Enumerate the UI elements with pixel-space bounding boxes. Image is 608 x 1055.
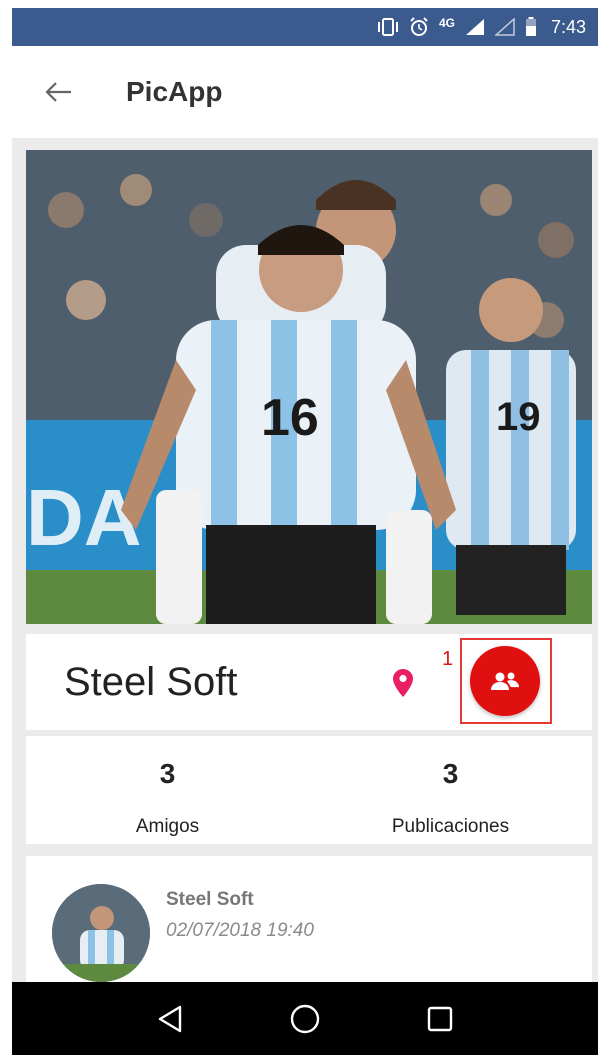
status-time: 7:43 — [550, 16, 586, 37]
avatar[interactable] — [52, 884, 150, 982]
svg-text:16: 16 — [261, 389, 319, 447]
app-title: PicApp — [126, 76, 223, 107]
friends-label: Amigos — [135, 816, 200, 837]
signal-empty-icon — [494, 18, 515, 36]
post-date: 02/07/2018 19:40 — [166, 920, 314, 941]
nav-recents-button[interactable] — [410, 989, 470, 1049]
back-triangle-icon — [158, 1005, 181, 1032]
arrow-back-icon — [45, 82, 71, 102]
posts-stat[interactable]: 3 Publicaciones — [309, 736, 592, 844]
posts-count: 3 — [442, 758, 459, 789]
svg-text:DA: DA — [26, 473, 142, 562]
profile-card: Steel Soft 1 — [26, 634, 592, 730]
friends-button[interactable] — [470, 646, 540, 716]
signal-icon — [465, 18, 485, 36]
friends-stat[interactable]: 3 Amigos — [26, 736, 309, 844]
system-nav-bar — [12, 982, 598, 1055]
vibrate-icon — [377, 18, 399, 36]
recents-square-icon — [428, 1006, 453, 1031]
friends-count: 3 — [159, 758, 176, 789]
cover-photo: DA 19 16 — [26, 150, 592, 624]
network-type: 4G — [438, 16, 455, 30]
stats-card: 3 Amigos 3 Publicaciones — [26, 736, 592, 844]
friend-request-count: 1 — [442, 648, 454, 670]
nav-home-button[interactable] — [275, 989, 335, 1049]
alarm-icon — [409, 17, 429, 37]
people-icon — [491, 672, 519, 690]
profile-name: Steel Soft — [64, 659, 238, 704]
profile-content[interactable]: DA 19 16 Steel Soft 1 3 Amigos 3 Publica… — [12, 138, 598, 982]
back-button[interactable] — [28, 62, 88, 122]
home-circle-icon — [290, 1004, 320, 1033]
app-bar: PicApp — [12, 46, 598, 138]
battery-icon — [525, 17, 537, 37]
svg-text:19: 19 — [496, 395, 541, 439]
location-pin-icon[interactable] — [392, 668, 414, 698]
post-card[interactable]: Steel Soft 02/07/2018 19:40 — [26, 856, 592, 982]
status-bar: 4G 7:43 — [12, 8, 598, 46]
posts-label: Publicaciones — [391, 816, 510, 837]
post-author: Steel Soft — [166, 889, 254, 910]
nav-back-button[interactable] — [140, 989, 200, 1049]
